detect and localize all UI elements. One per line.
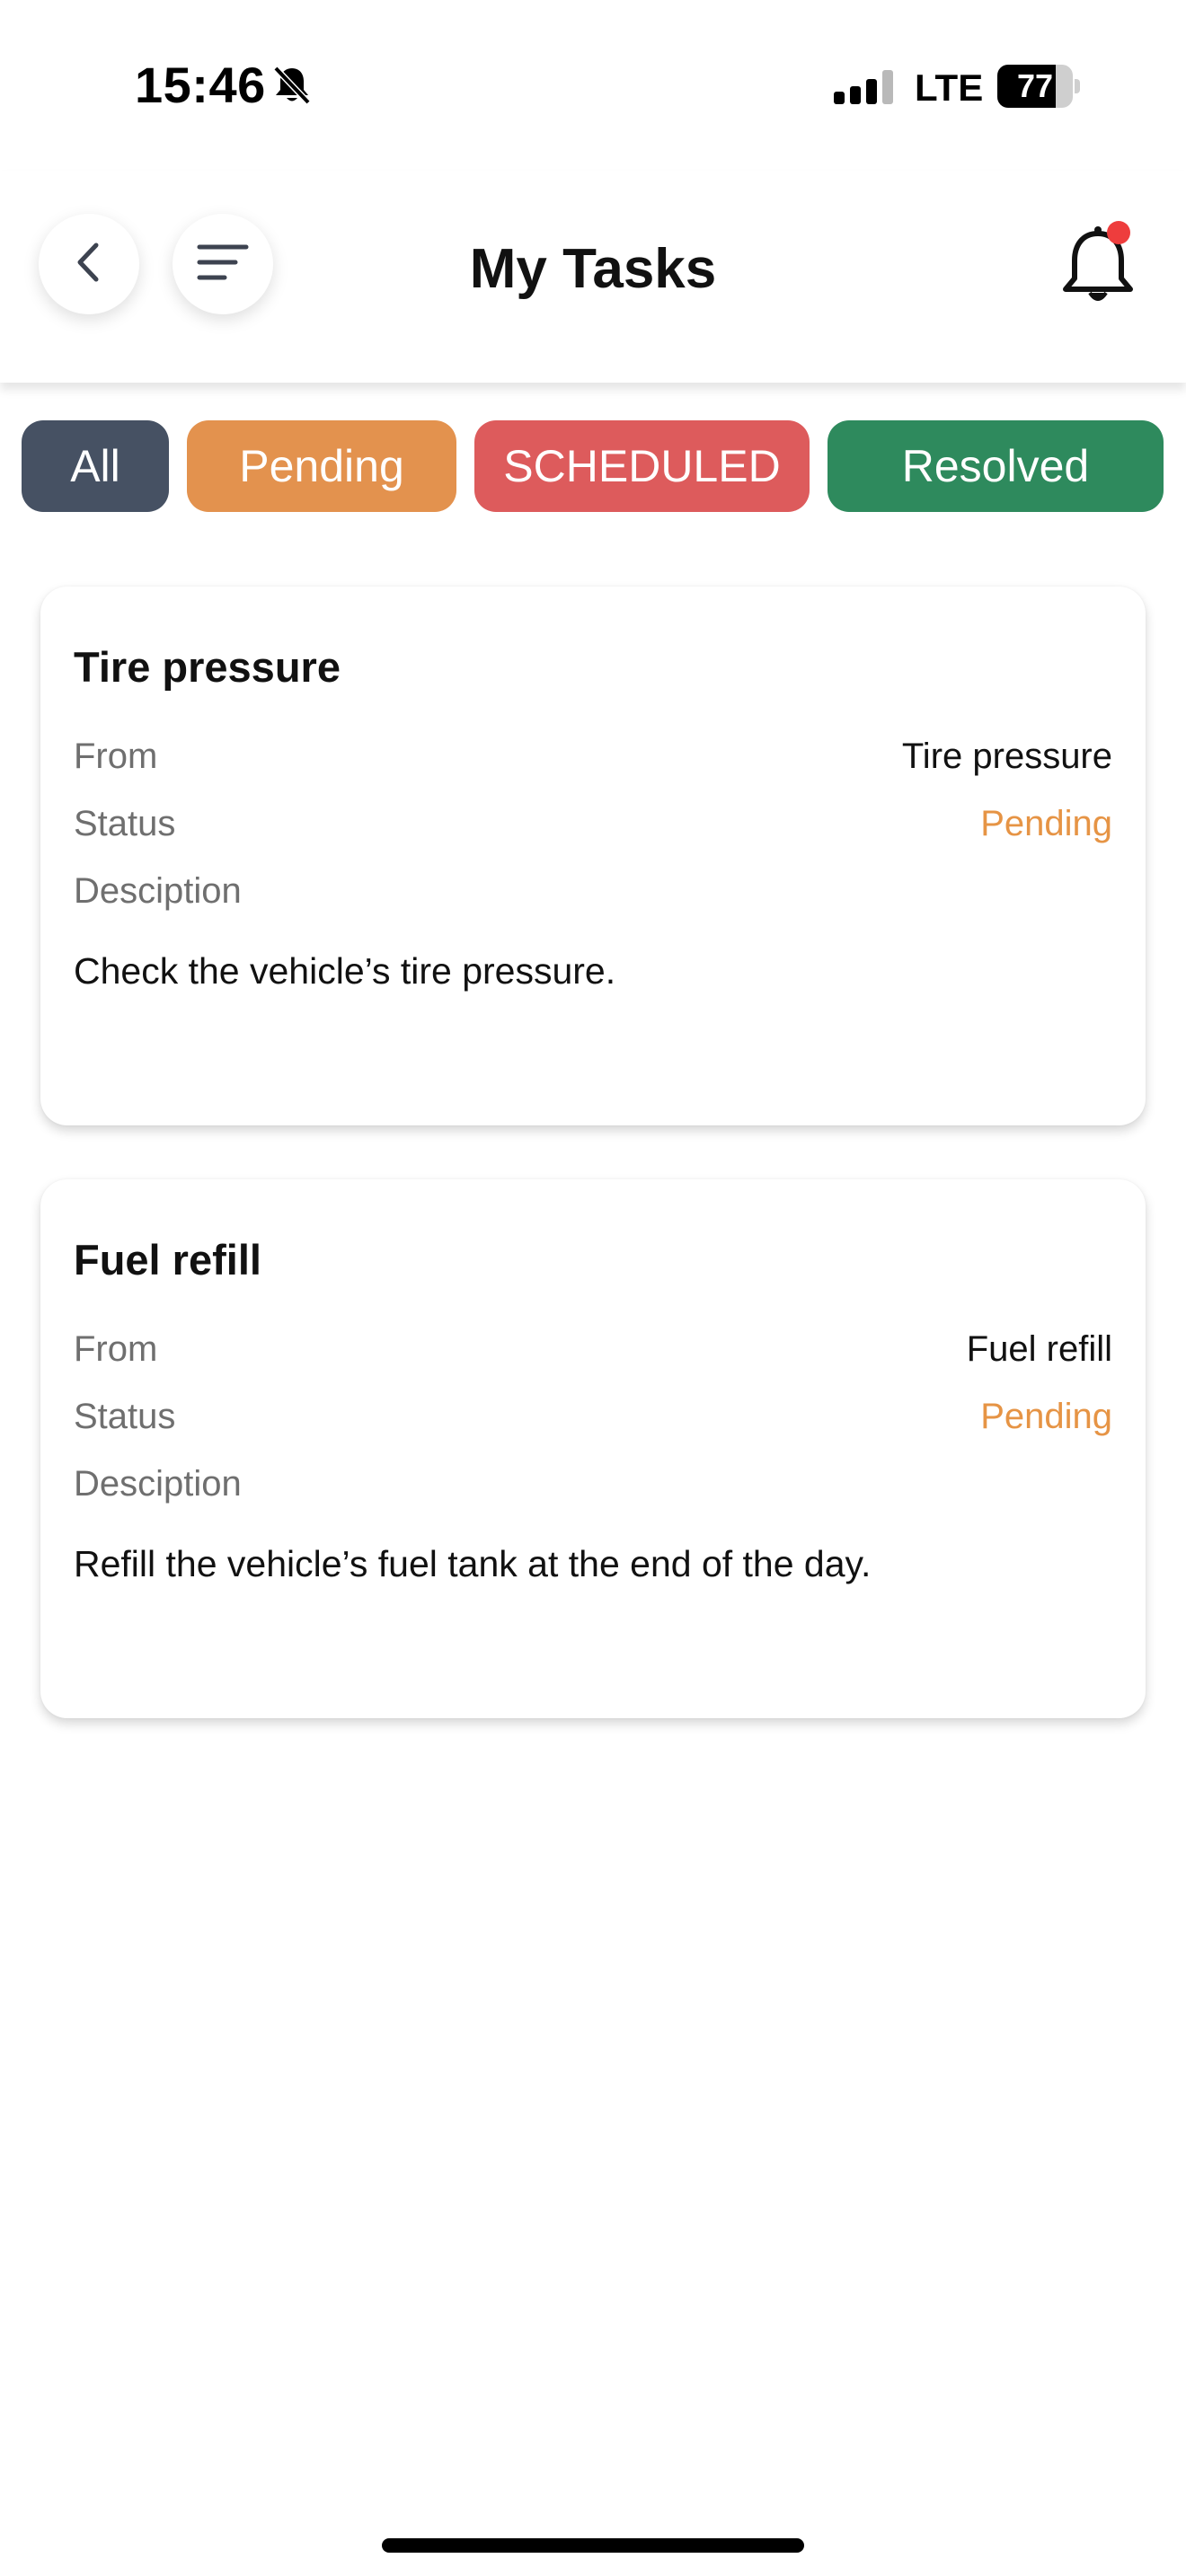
filter-resolved-button[interactable]: Resolved	[828, 420, 1164, 512]
status-label: Status	[74, 1397, 176, 1436]
bell-icon	[1051, 226, 1145, 318]
status-value: Pending	[980, 1397, 1112, 1436]
task-description: Refill the vehicle’s fuel tank at the en…	[74, 1543, 872, 1584]
status-bar: 15:46 LTE 77	[0, 0, 1186, 171]
task-list: Tire pressure From Tire pressure Status …	[40, 587, 1146, 1772]
home-indicator	[382, 2538, 804, 2553]
status-value: Pending	[980, 804, 1112, 843]
notifications-button[interactable]	[1051, 221, 1145, 314]
task-from-row: From Tire pressure	[74, 723, 1112, 790]
filter-scheduled-button[interactable]: SCHEDULED	[474, 420, 810, 512]
from-value: Fuel refill	[966, 1329, 1112, 1369]
task-status-row: Status Pending	[74, 1383, 1112, 1451]
task-description: Check the vehicle’s tire pressure.	[74, 950, 616, 992]
battery-percent: 77	[1016, 67, 1054, 104]
notification-badge	[1107, 221, 1130, 244]
battery-indicator: 77	[997, 65, 1080, 108]
status-filter-bar: All Pending SCHEDULED Resolved	[0, 420, 1186, 512]
description-label: Desciption	[74, 871, 242, 911]
filter-pending-button[interactable]: Pending	[187, 420, 456, 512]
task-title: Tire pressure	[74, 643, 341, 691]
signal-icon	[834, 68, 897, 106]
page-title: My Tasks	[469, 238, 717, 300]
app-header: My Tasks	[0, 171, 1186, 383]
from-label: From	[74, 737, 158, 776]
task-card[interactable]: Fuel refill From Fuel refill Status Pend…	[40, 1179, 1146, 1718]
status-label: Status	[74, 804, 176, 843]
from-value: Tire pressure	[901, 737, 1112, 776]
task-card[interactable]: Tire pressure From Tire pressure Status …	[40, 587, 1146, 1125]
description-label: Desciption	[74, 1464, 242, 1504]
status-time: 15:46	[135, 57, 266, 113]
bell-slash-icon	[272, 65, 312, 106]
task-from-row: From Fuel refill	[74, 1316, 1112, 1383]
task-title: Fuel refill	[74, 1236, 261, 1284]
network-type: LTE	[915, 66, 984, 109]
filter-all-button[interactable]: All	[22, 420, 169, 512]
task-description-row: Desciption	[74, 858, 1112, 925]
from-label: From	[74, 1329, 158, 1369]
task-description-row: Desciption	[74, 1451, 1112, 1518]
task-status-row: Status Pending	[74, 790, 1112, 858]
